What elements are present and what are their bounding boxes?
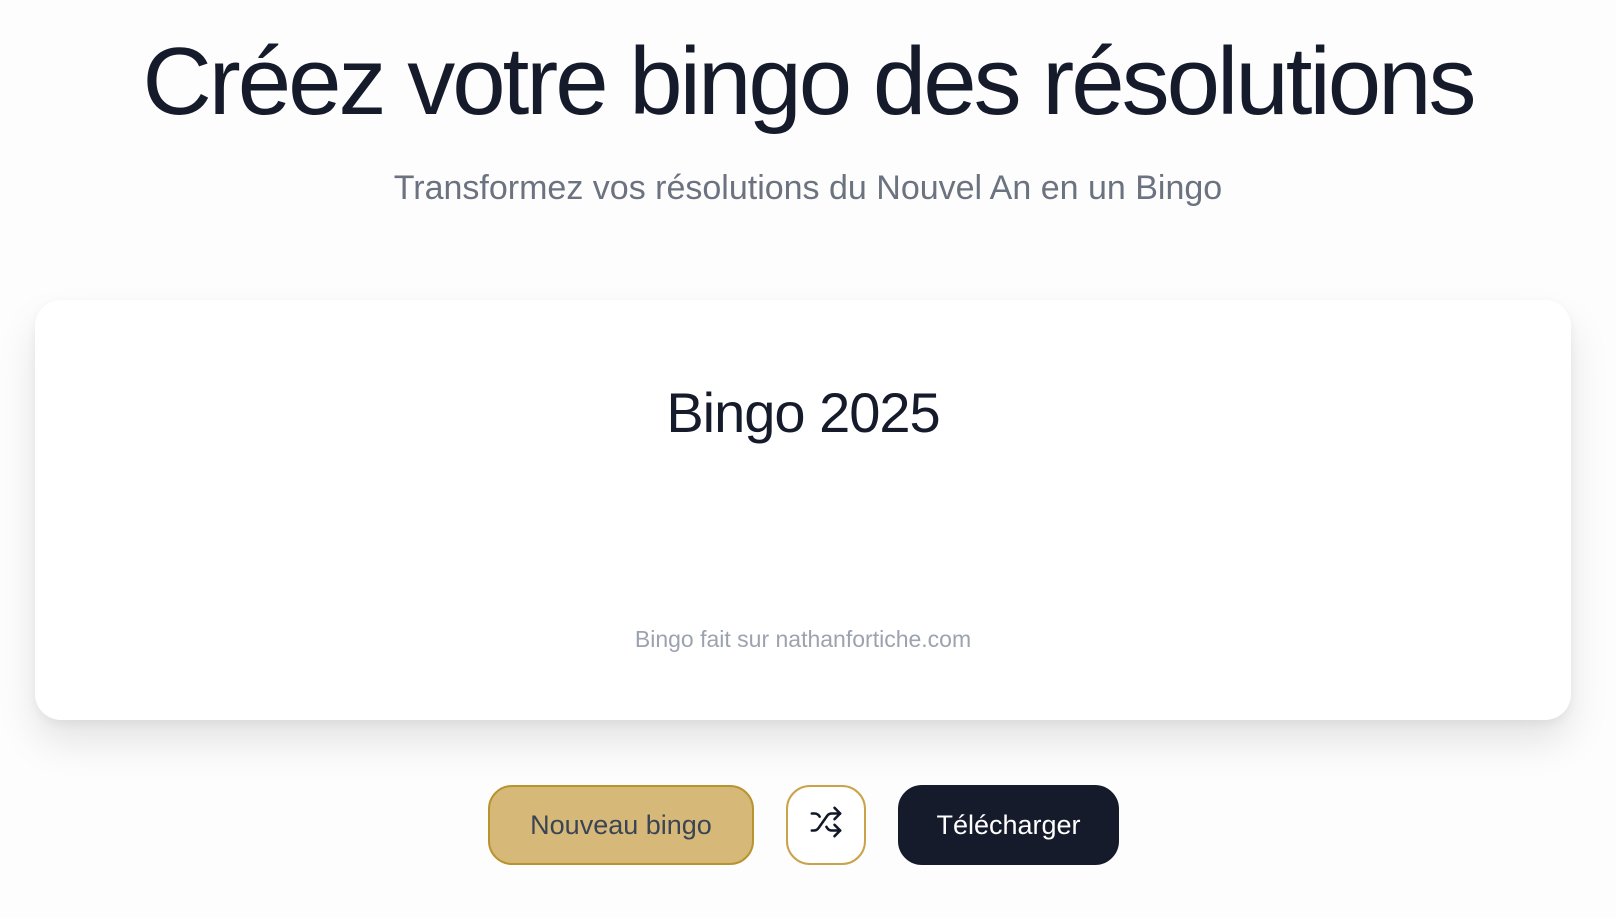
page: Créez votre bingo des résolutions Transf… xyxy=(0,0,1616,918)
bingo-card-title: Bingo 2025 xyxy=(666,381,940,444)
page-title: Créez votre bingo des résolutions xyxy=(142,28,1476,135)
action-bar: Nouveau bingo Télécharger xyxy=(0,785,1616,865)
bingo-card-footer: Bingo fait sur nathanfortiche.com xyxy=(634,626,972,652)
page-subtitle: Transformez vos résolutions du Nouvel An… xyxy=(393,169,1223,207)
shuffle-button[interactable] xyxy=(786,785,866,865)
new-bingo-button[interactable]: Nouveau bingo xyxy=(488,785,754,865)
shuffle-icon xyxy=(809,805,843,846)
bingo-card: Bingo 2025 Bingo fait sur nathanfortiche… xyxy=(35,300,1571,720)
download-button[interactable]: Télécharger xyxy=(898,785,1119,865)
